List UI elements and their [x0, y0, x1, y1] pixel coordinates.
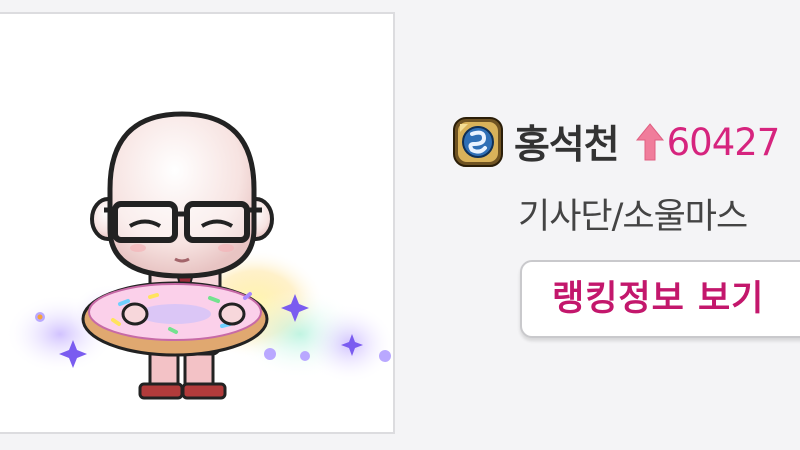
character-avatar-frame	[0, 12, 395, 434]
rank-change-value: 60427	[666, 120, 781, 164]
view-ranking-button[interactable]: 랭킹정보 보기	[520, 260, 800, 338]
character-job: 기사단/소울마스	[518, 197, 748, 237]
character-info-panel: 홍석천 60427 기사단/소울마스 랭킹정보 보기	[450, 110, 800, 350]
character-avatar	[5, 111, 393, 400]
world-emblem-icon	[453, 117, 503, 167]
rank-up-arrow-icon	[635, 123, 664, 161]
character-name: 홍석천	[514, 123, 620, 168]
character-name-row: 홍석천 60427	[450, 110, 781, 174]
